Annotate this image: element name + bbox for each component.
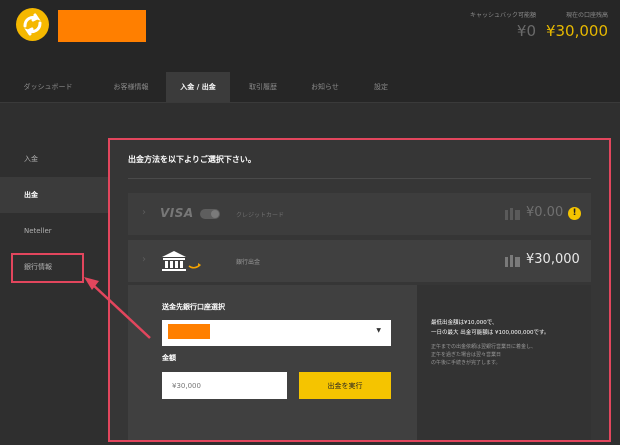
cashback-balance: キャッシュバック可能額 ¥0 [470, 10, 536, 40]
tabs-divider [0, 102, 620, 103]
tab-deposit-withdraw[interactable]: 入金 / 出金 [166, 72, 230, 102]
account-balance-label: 現在の口座残高 [565, 12, 608, 19]
cashback-value: ¥0 [516, 22, 536, 40]
tab-notices[interactable]: お知らせ [296, 72, 354, 102]
tab-customer-info[interactable]: お客様情報 [96, 72, 166, 102]
exchange-arrows-icon[interactable] [16, 8, 49, 41]
annotation-highlight-bank-info [11, 253, 84, 283]
sidebar-item-deposit[interactable]: 入金 [0, 141, 110, 177]
sidebar-item-withdraw[interactable]: 出金 [0, 177, 110, 213]
tab-settings[interactable]: 設定 [354, 72, 408, 102]
annotation-highlight-panel [108, 138, 611, 442]
redacted-account-name [58, 10, 146, 42]
cashback-label: キャッシュバック可能額 [469, 12, 536, 19]
header: キャッシュバック可能額 ¥0 現在の口座残高 ¥30,000 [0, 0, 620, 72]
main-tabs: ダッシュボード お客様情報 入金 / 出金 取引履歴 お知らせ 設定 [0, 72, 620, 102]
tab-history[interactable]: 取引履歴 [230, 72, 296, 102]
tab-dashboard[interactable]: ダッシュボード [0, 72, 96, 102]
account-balance: 現在の口座残高 ¥30,000 [546, 10, 608, 40]
account-balance-value: ¥30,000 [545, 22, 608, 40]
sidebar-item-neteller[interactable]: Neteller [0, 213, 110, 249]
